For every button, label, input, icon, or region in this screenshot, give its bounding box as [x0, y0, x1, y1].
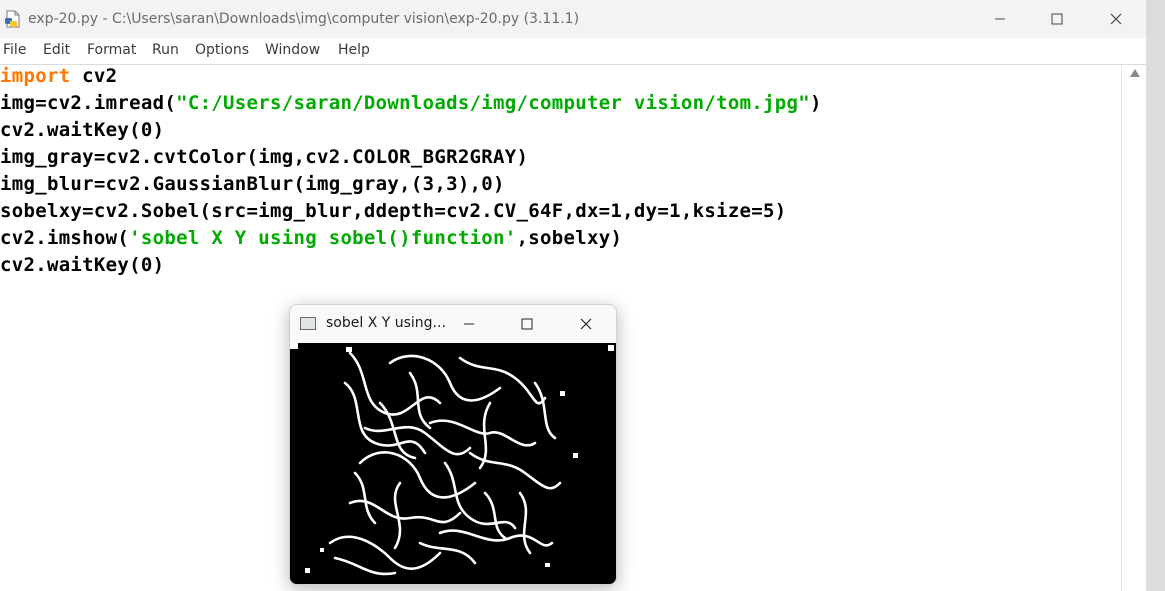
- code-line[interactable]: img=cv2.imread("C:/Users/saran/Downloads…: [0, 92, 822, 119]
- scroll-up-arrow-icon[interactable]: [1130, 69, 1140, 77]
- title-bar: exp-20.py - C:\Users\saran\Downloads\img…: [0, 0, 1146, 38]
- menu-edit[interactable]: Edit: [43, 42, 70, 58]
- minimize-button[interactable]: [971, 0, 1029, 38]
- image-window-maximize-button[interactable]: [502, 305, 552, 342]
- menu-help[interactable]: Help: [338, 42, 370, 58]
- code-text: cv2.waitKey(0): [0, 254, 165, 276]
- image-window-minimize-button[interactable]: [444, 305, 494, 342]
- code-text: img_gray=cv2.cvtColor(img,cv2.COLOR_BGR2…: [0, 146, 529, 168]
- code-line[interactable]: sobelxy=cv2.Sobel(src=img_blur,ddepth=cv…: [0, 200, 787, 227]
- minimize-icon: [464, 323, 474, 324]
- code-line[interactable]: cv2.waitKey(0): [0, 119, 164, 146]
- code-line[interactable]: img_gray=cv2.cvtColor(img,cv2.COLOR_BGR2…: [0, 146, 528, 173]
- sobel-output-image: [290, 343, 616, 584]
- menu-file[interactable]: File: [3, 42, 26, 58]
- image-window-close-button[interactable]: [561, 305, 611, 342]
- maximize-button[interactable]: [1028, 0, 1086, 38]
- code-string: 'sobel X Y using sobel()function': [129, 227, 517, 249]
- code-line[interactable]: img_blur=cv2.GaussianBlur(img_gray,(3,3)…: [0, 173, 505, 200]
- maximize-icon: [521, 318, 533, 329]
- menu-bar: File Edit Format Run Options Window Help: [0, 38, 1146, 65]
- maximize-icon: [1051, 13, 1063, 25]
- image-window-title: sobel X Y using...: [326, 315, 446, 331]
- code-line[interactable]: import cv2: [0, 65, 117, 92]
- close-icon: [1110, 13, 1122, 25]
- code-text: ): [810, 92, 822, 114]
- window-title: exp-20.py - C:\Users\saran\Downloads\img…: [28, 11, 580, 27]
- code-keyword: import: [0, 65, 71, 87]
- code-text: sobelxy=cv2.Sobel(src=img_blur,ddepth=cv…: [0, 200, 787, 222]
- code-string: "C:/Users/saran/Downloads/img/computer v…: [176, 92, 810, 114]
- code-text: cv2.waitKey(0): [0, 119, 165, 141]
- code-line[interactable]: cv2.imshow('sobel X Y using sobel()funct…: [0, 227, 622, 254]
- code-line[interactable]: cv2.waitKey(0): [0, 254, 164, 281]
- code-text: img=cv2.imread(: [0, 92, 177, 114]
- vertical-scrollbar[interactable]: [1121, 65, 1147, 591]
- desktop-background: [1146, 0, 1165, 591]
- code-text: cv2.imshow(: [0, 227, 130, 249]
- code-text: ,sobelxy): [516, 227, 623, 249]
- menu-window[interactable]: Window: [265, 42, 320, 58]
- menu-run[interactable]: Run: [152, 42, 179, 58]
- code-text: img_blur=cv2.GaussianBlur(img_gray,(3,3)…: [0, 173, 505, 195]
- image-window-app-icon: [300, 317, 316, 330]
- image-window-title-bar: sobel X Y using...: [290, 305, 616, 342]
- image-window[interactable]: sobel X Y using...: [289, 304, 617, 585]
- minimize-icon: [995, 18, 1005, 20]
- menu-options[interactable]: Options: [195, 42, 249, 58]
- close-button[interactable]: [1087, 0, 1145, 38]
- code-text: cv2: [70, 65, 118, 87]
- python-file-icon: [5, 10, 20, 28]
- menu-format[interactable]: Format: [87, 42, 136, 58]
- close-icon: [580, 318, 592, 329]
